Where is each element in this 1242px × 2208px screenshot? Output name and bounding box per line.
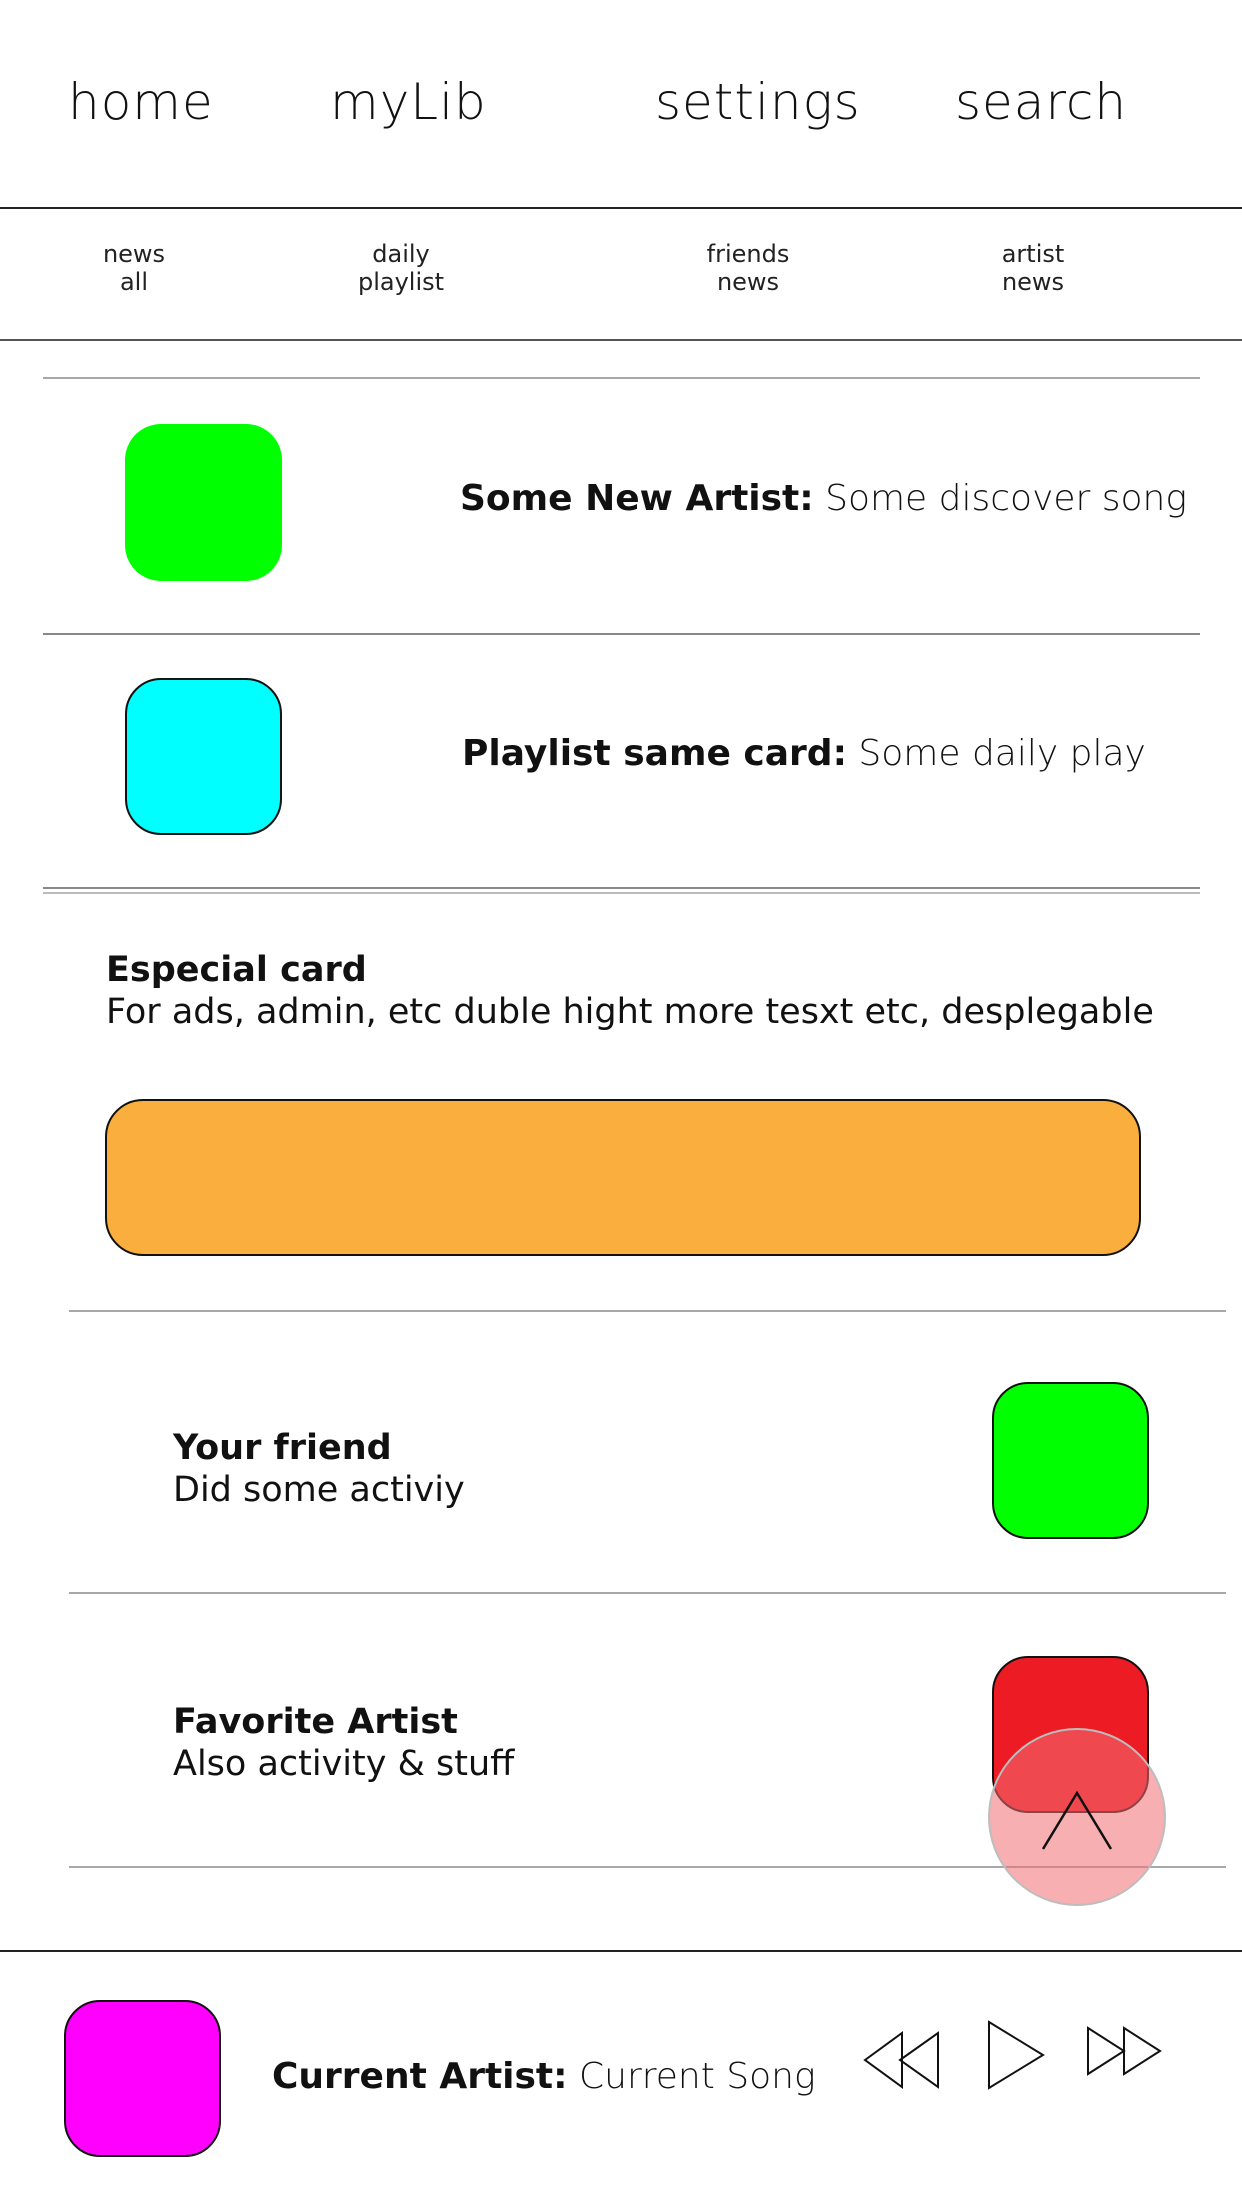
card-subtitle: Some discover song <box>825 478 1187 519</box>
card-title: Especial card <box>106 950 367 990</box>
chevron-up-icon <box>988 1728 1166 1906</box>
tab-label-line2: news <box>716 268 780 296</box>
card-title: Favorite Artist <box>173 1702 458 1742</box>
card-subtitle: Also activity & stuff <box>173 1744 515 1784</box>
feed-divider <box>43 892 1200 894</box>
now-playing-text[interactable]: Current Artist: Current Song <box>272 2056 816 2097</box>
rewind-button[interactable] <box>862 2030 942 2090</box>
card-title: Your friend <box>173 1428 392 1468</box>
now-playing-artist: Current Artist: <box>272 2056 568 2097</box>
play-icon <box>988 2020 1045 2090</box>
nav-search[interactable]: search <box>955 62 1126 142</box>
tab-label-line1: news <box>102 240 166 268</box>
fast-forward-button[interactable] <box>1086 2026 1164 2076</box>
nav-mylib[interactable]: myLib <box>330 62 486 142</box>
card-subtitle: For ads, admin, etc duble hight more tes… <box>106 992 1154 1032</box>
tab-artist-news[interactable]: artist news <box>933 240 1133 296</box>
tab-label-line2: news <box>1001 268 1065 296</box>
tab-label-line1: artist <box>1001 240 1065 268</box>
feed-divider <box>43 887 1200 889</box>
feed-divider <box>69 1592 1226 1594</box>
tab-label-line2: all <box>119 268 149 296</box>
feed-divider <box>69 1310 1226 1312</box>
player-divider <box>0 1950 1242 1952</box>
card-title: Playlist same card: <box>462 733 847 774</box>
card-text: Some New Artist: Some discover song <box>460 478 1187 519</box>
feed-divider <box>43 377 1200 379</box>
play-button[interactable] <box>986 2020 1046 2090</box>
scroll-top-button[interactable] <box>987 1727 1167 1907</box>
tabs-divider <box>0 339 1242 341</box>
tab-news-all[interactable]: news all <box>34 240 234 296</box>
nav-settings[interactable]: settings <box>655 62 860 142</box>
rewind-icon <box>863 2031 939 2089</box>
card-title: Some New Artist: <box>460 478 814 519</box>
tab-label-line1: daily <box>372 240 430 268</box>
now-playing-artwork[interactable] <box>64 2000 221 2157</box>
card-text: Playlist same card: Some daily play <box>462 733 1146 774</box>
artist-artwork[interactable] <box>125 424 282 581</box>
feed-divider <box>43 633 1200 635</box>
tab-label-line2: playlist <box>357 268 445 296</box>
friend-avatar[interactable] <box>992 1382 1149 1539</box>
tab-friends-news[interactable]: friends news <box>648 240 848 296</box>
tab-daily-playlist[interactable]: daily playlist <box>301 240 501 296</box>
now-playing-song: Current Song <box>579 2056 816 2097</box>
playlist-artwork[interactable] <box>125 678 282 835</box>
special-banner[interactable] <box>105 1099 1141 1256</box>
card-subtitle: Some daily play <box>858 733 1146 774</box>
fast-forward-icon <box>1087 2026 1162 2076</box>
card-subtitle: Did some activiy <box>173 1470 465 1510</box>
tab-label-line1: friends <box>706 240 790 268</box>
nav-divider <box>0 207 1242 209</box>
nav-home[interactable]: home <box>68 62 213 142</box>
